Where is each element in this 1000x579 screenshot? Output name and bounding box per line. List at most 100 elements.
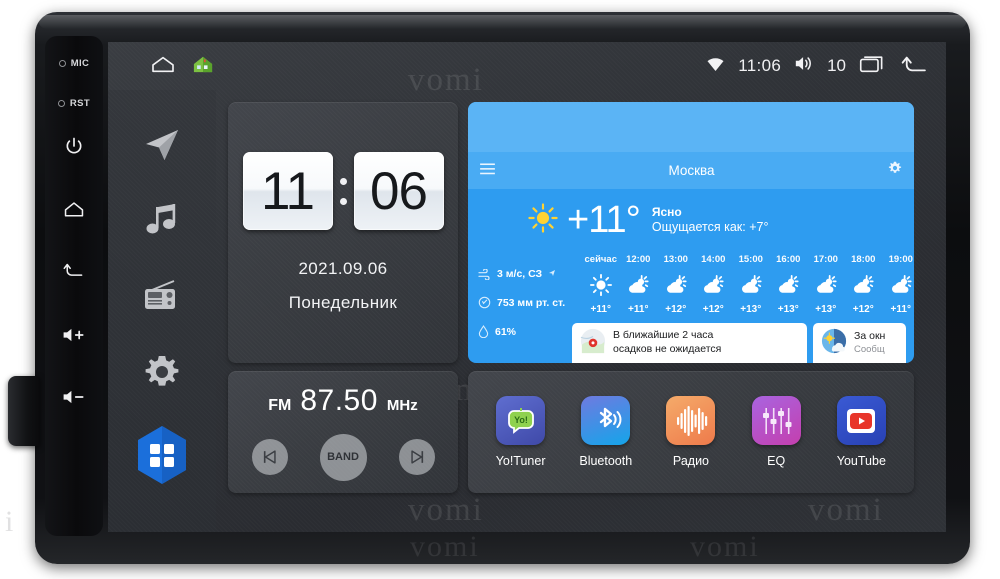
radio-next-button[interactable]	[398, 439, 435, 475]
lcd-screen: vomi vomi vomi vomi vomi vomi vomi vomi	[108, 42, 946, 532]
apps-widget: Yo! Yo!Tuner Bluetooth Радио EQ YouTube	[468, 371, 914, 493]
day-night-icon	[821, 328, 847, 359]
radio-band-button-label: BAND	[327, 451, 359, 463]
reset-button[interactable]: RST	[45, 98, 103, 109]
radio-controls: BAND	[251, 433, 435, 481]
home-hw-button[interactable]	[45, 199, 103, 219]
app-label: Yo!Tuner	[495, 454, 546, 468]
app-bluetooth[interactable]: Bluetooth	[567, 396, 645, 468]
gear-icon[interactable]	[888, 161, 902, 180]
precipitation-line1: В ближайшие 2 часа	[613, 329, 714, 342]
pressure-value: 753 мм рт. ст.	[497, 296, 566, 309]
wind-direction-arrow-icon	[548, 268, 556, 280]
apps-grid-icon	[138, 426, 186, 484]
bluetooth-icon	[581, 396, 631, 445]
power-button[interactable]	[45, 136, 103, 156]
reset-dot-icon	[57, 100, 65, 107]
forecast-hour-icon	[657, 272, 695, 298]
radio-band-button[interactable]: BAND	[319, 433, 367, 481]
precipitation-text: В ближайшие 2 часа осадков не ожидается	[613, 329, 721, 356]
mic-button[interactable]: MIC	[45, 58, 103, 69]
forecast-hour-icon	[807, 272, 845, 298]
volume-down-icon	[63, 390, 84, 404]
app-label: Bluetooth	[579, 454, 633, 468]
weather-widget[interactable]: Москва +11° Ясно Ощущается как: +7° 3 м/…	[468, 102, 914, 363]
flip-clock: 11 06	[242, 152, 444, 230]
forecast-hour-time: 18:00	[851, 254, 876, 265]
forecast-hour-icon	[882, 272, 914, 298]
forecast-hour-temp: +11°	[628, 304, 649, 315]
forecast-hour-temp: +12°	[852, 304, 874, 315]
radio-prev-button[interactable]	[251, 439, 288, 475]
forecast-hour-temp: +11°	[890, 304, 911, 315]
clock-minutes: 06	[353, 152, 444, 230]
forecast-hour-temp: +12°	[665, 304, 687, 315]
rail-item-settings[interactable]	[131, 348, 193, 396]
rail-item-radio[interactable]	[131, 272, 193, 320]
volume-icon[interactable]	[794, 55, 814, 77]
weather-feels-like: Ощущается как: +7°	[651, 220, 769, 235]
forecast-hour-temp: +13°	[777, 304, 799, 315]
outside-line1: За окн	[854, 330, 886, 342]
volume-up-button[interactable]	[45, 326, 103, 344]
forecast-hour-time: 14:00	[701, 254, 726, 265]
back-hw-button[interactable]	[45, 261, 103, 279]
rail-item-navigation[interactable]	[131, 120, 193, 168]
gear-icon	[145, 356, 179, 386]
house-color-icon[interactable]	[192, 54, 214, 79]
home-outline-icon[interactable]	[150, 54, 176, 79]
prev-icon	[263, 450, 276, 464]
status-time: 11:06	[738, 56, 782, 75]
home-icon	[64, 202, 84, 217]
forecast-hour-time: 16:00	[776, 254, 801, 265]
weather-metric-pressure: 753 мм рт. ст.	[478, 296, 582, 309]
rail-item-music[interactable]	[131, 196, 193, 244]
wifi-icon	[706, 56, 725, 77]
app-eq[interactable]: EQ	[737, 396, 815, 468]
mic-dot-icon	[58, 60, 66, 67]
forecast-hour-time: 17:00	[813, 254, 838, 265]
outside-text: За окн Сообщ	[854, 330, 885, 356]
weather-condition: Ясно	[651, 205, 682, 220]
weather-metric-wind: 3 м/с, СЗ	[478, 268, 582, 280]
app-label: Радио	[672, 454, 710, 468]
forecast-hour-icon	[770, 272, 808, 298]
weather-temperature: +11°	[567, 199, 641, 241]
app-label: YouTube	[836, 454, 886, 468]
back-arrow-icon[interactable]	[900, 54, 928, 79]
app-yotuner[interactable]: Yo! Yo!Tuner	[482, 396, 560, 468]
clock-colon	[337, 177, 350, 205]
forecast-hour-time: сейчас	[584, 254, 618, 265]
forecast-hour-temp: +13°	[815, 304, 837, 315]
back-icon	[63, 263, 83, 276]
weather-city: Москва	[668, 163, 715, 178]
forecast-hour-time: 12:00	[626, 254, 651, 265]
forecast-hour-icon	[695, 272, 733, 298]
precipitation-card[interactable]: В ближайшие 2 часа осадков не ожидается	[572, 323, 807, 363]
outside-card[interactable]: За окн Сообщ	[813, 323, 906, 363]
forecast-hour-time: 13:00	[663, 254, 688, 265]
reset-label: RST	[69, 98, 91, 109]
device-side-knob	[8, 376, 40, 446]
clock-widget[interactable]: 11 06 2021.09.06 Понедельник	[228, 102, 458, 363]
volume-level: 10	[827, 56, 846, 75]
yo-tuner-icon: Yo!	[496, 396, 546, 445]
youtube-icon	[836, 396, 886, 445]
pressure-icon	[478, 296, 491, 309]
waveform-icon	[666, 396, 716, 445]
hamburger-menu-icon[interactable]	[480, 162, 495, 180]
rail-item-all-apps[interactable]	[134, 424, 190, 486]
forecast-hour-icon	[732, 272, 770, 298]
radio-widget[interactable]: FM 87.50 MHz BAND	[228, 371, 458, 493]
navigation-arrow-icon	[146, 130, 178, 160]
app-radio[interactable]: Радио	[652, 396, 730, 468]
hardware-button-column: MIC RST	[45, 36, 103, 536]
outside-line2: Сообщ	[854, 343, 885, 355]
widget-area: 11 06 2021.09.06 Понедельник FM 87.50 MH…	[216, 90, 946, 532]
recents-icon[interactable]	[859, 54, 887, 79]
forecast-hour-temp: +11°	[590, 304, 611, 315]
volume-down-button[interactable]	[45, 388, 103, 406]
app-youtube[interactable]: YouTube	[822, 396, 900, 468]
precipitation-line2: осадков не ожидается	[613, 343, 722, 355]
sun-icon	[528, 203, 558, 238]
